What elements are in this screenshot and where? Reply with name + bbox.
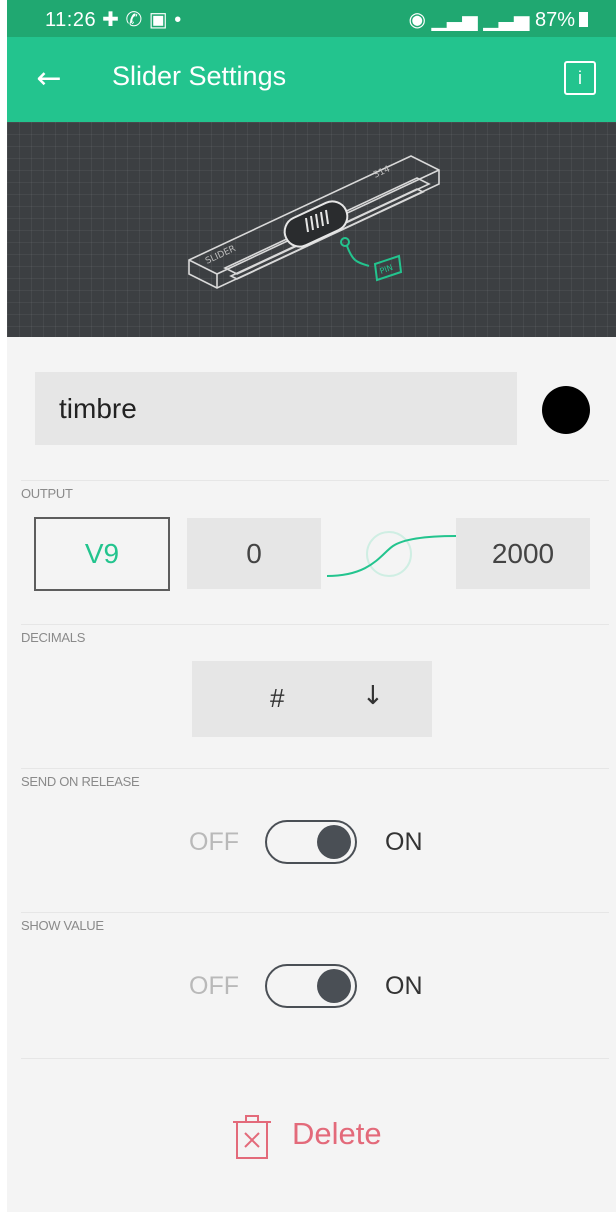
cross-icon: ✚ [102, 9, 120, 31]
divider [21, 624, 609, 625]
mapping-curve [326, 531, 456, 577]
hotspot-icon: ◉ [408, 9, 426, 31]
widget-name-input[interactable] [35, 372, 499, 445]
status-time: 11:26 [45, 9, 97, 31]
send-on-release-off-label: OFF [189, 828, 239, 856]
range-max-field[interactable]: 2000 [456, 518, 590, 589]
slider-illustration: SLIDER 314 PIN [188, 155, 440, 289]
show-value-off-label: OFF [189, 972, 239, 1000]
send-on-release-row: OFF ON [7, 820, 616, 870]
battery-icon [579, 12, 588, 27]
preview-pin-label: PIN [379, 263, 394, 276]
show-value-toggle[interactable] [265, 964, 357, 1008]
divider [21, 912, 609, 913]
whatsapp-icon: ✆ [125, 9, 143, 31]
delete-label: Delete [292, 1116, 382, 1151]
divider [21, 480, 609, 481]
show-value-on-label: ON [385, 972, 423, 1000]
widget-preview: SLIDER 314 PIN [7, 122, 616, 337]
signal-icon: ▁▃▅ [431, 9, 478, 31]
status-bar: 11:26 ✚ ✆ ▣ • ◉ ▁▃▅ ▁▃▅ 87% [7, 0, 616, 37]
decimals-dropdown[interactable]: # ↓ [192, 661, 432, 737]
send-on-release-on-label: ON [385, 828, 423, 856]
show-value-row: OFF ON [7, 964, 616, 1014]
range-min-field[interactable]: 0 [187, 518, 321, 589]
status-right: ◉ ▁▃▅ ▁▃▅ 87% [409, 7, 588, 32]
back-button[interactable]: ← [31, 59, 67, 99]
delete-button[interactable]: Delete [232, 1110, 422, 1162]
signal-4g-icon: ▁▃▅ [483, 9, 530, 31]
divider [21, 768, 609, 769]
app-header: ← Slider Settings i [7, 37, 616, 122]
widget-name-field[interactable] [35, 372, 517, 445]
trash-icon [233, 1115, 271, 1159]
send-on-release-label: SEND ON RELEASE [21, 774, 140, 789]
app-screen: 11:26 ✚ ✆ ▣ • ◉ ▁▃▅ ▁▃▅ 87% ← Slider Set… [7, 0, 616, 1212]
pin-select-button[interactable]: V9 [34, 517, 170, 591]
decimals-value: # [270, 683, 285, 713]
arrow-left-icon: ← [36, 61, 62, 96]
status-left: 11:26 ✚ ✆ ▣ • [45, 7, 182, 32]
screen-border [0, 0, 7, 1212]
output-label: OUTPUT [21, 486, 73, 501]
color-picker-button[interactable] [542, 386, 590, 434]
info-button[interactable]: i [564, 61, 596, 95]
send-on-release-toggle[interactable] [265, 820, 357, 864]
dot-icon: • [174, 9, 182, 31]
battery-text: 87% [534, 9, 575, 31]
toggle-knob [317, 825, 351, 859]
toggle-knob [317, 969, 351, 1003]
page-title: Slider Settings [112, 61, 287, 91]
message-icon: ▣ [148, 9, 169, 31]
info-icon: i [578, 68, 582, 88]
show-value-label: SHOW VALUE [21, 918, 104, 933]
decimals-label: DECIMALS [21, 630, 86, 645]
arrow-down-icon: ↓ [362, 681, 384, 711]
preview-widget-label: SLIDER [204, 244, 237, 267]
divider [21, 1058, 609, 1059]
